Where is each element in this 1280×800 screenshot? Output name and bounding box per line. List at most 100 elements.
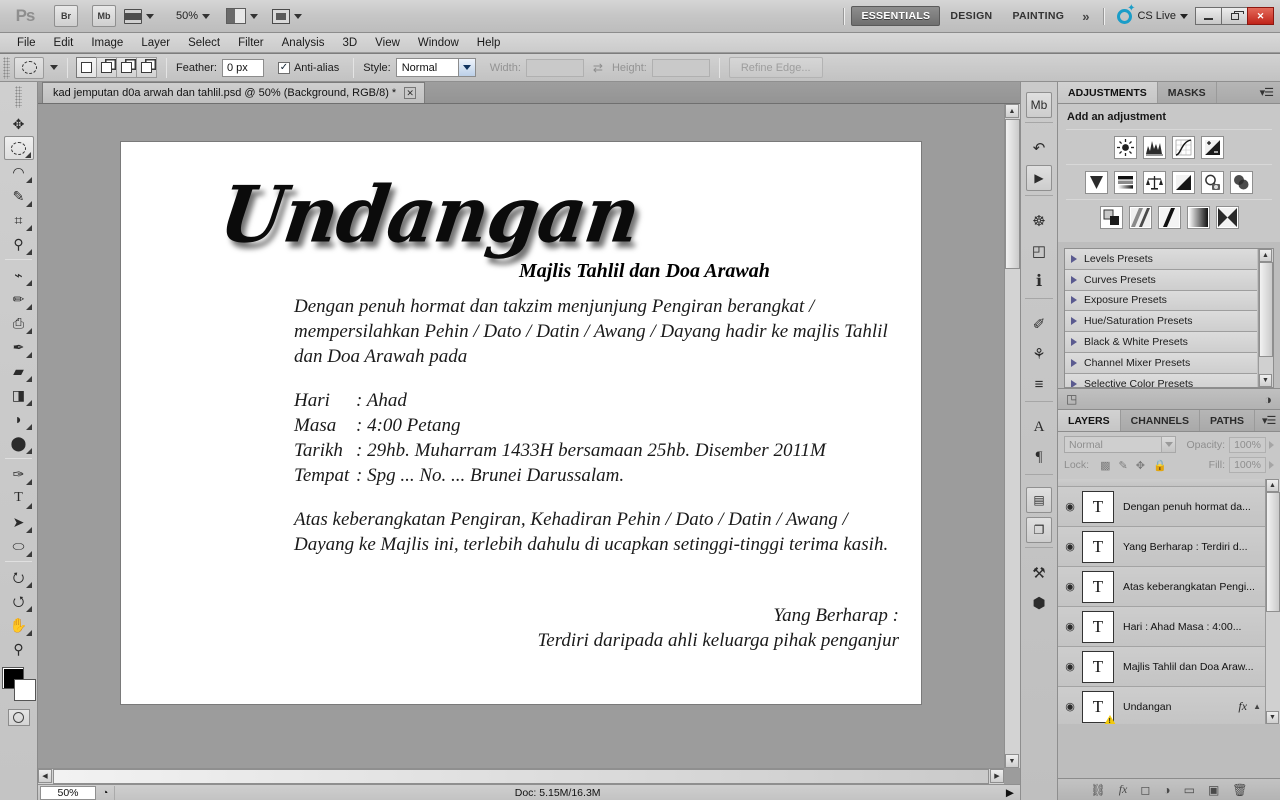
workspace-tab-essentials[interactable]: ESSENTIALS bbox=[851, 6, 941, 26]
clone-source-icon[interactable]: ❐ bbox=[1026, 517, 1052, 543]
color-balance-icon[interactable] bbox=[1143, 171, 1166, 194]
preset-row[interactable]: Channel Mixer Presets bbox=[1065, 352, 1257, 374]
lock-transparent-icon[interactable]: ▩ bbox=[1100, 459, 1110, 472]
intersect-selection-button[interactable] bbox=[136, 57, 157, 78]
photo-filter-icon[interactable] bbox=[1201, 171, 1224, 194]
channel-mixer-icon[interactable] bbox=[1230, 171, 1253, 194]
layers-panel-menu-button[interactable]: ▾☰ bbox=[1255, 410, 1280, 431]
tool-eraser[interactable]: ▰ bbox=[4, 359, 34, 383]
exposure-icon[interactable] bbox=[1201, 136, 1224, 159]
launch-mini-bridge-button[interactable]: Mb bbox=[86, 5, 116, 27]
scroll-up-button[interactable]: ▲ bbox=[1266, 479, 1279, 492]
tool-brush[interactable]: ✏ bbox=[4, 287, 34, 311]
layer-visibility-icon[interactable]: ◉ bbox=[1058, 660, 1082, 673]
canvas-vertical-scrollbar[interactable]: ▲ ▼ bbox=[1004, 104, 1020, 768]
lock-all-icon[interactable]: 🔒 bbox=[1153, 459, 1167, 472]
tool-eyedropper[interactable]: ⚲ bbox=[4, 232, 34, 256]
tool-lasso[interactable]: ◠ bbox=[4, 160, 34, 184]
menu-window[interactable]: Window bbox=[409, 35, 468, 51]
scroll-down-button[interactable]: ▼ bbox=[1266, 711, 1279, 724]
menu-help[interactable]: Help bbox=[468, 35, 510, 51]
preset-row[interactable]: Selective Color Presets bbox=[1065, 373, 1257, 387]
status-zoom-field[interactable]: 50% bbox=[40, 785, 96, 800]
status-menu-arrow[interactable]: ▶ bbox=[1000, 786, 1020, 800]
preset-row[interactable]: Exposure Presets bbox=[1065, 290, 1257, 312]
workspace-tab-design[interactable]: DESIGN bbox=[940, 6, 1002, 26]
launch-bridge-button[interactable]: Br bbox=[48, 5, 78, 27]
layer-thumbnail[interactable]: T bbox=[1082, 570, 1114, 603]
menu-image[interactable]: Image bbox=[82, 35, 132, 51]
scroll-thumb-vertical[interactable] bbox=[1005, 119, 1020, 269]
fill-value[interactable]: 100% bbox=[1229, 457, 1266, 473]
layer-visibility-icon[interactable]: ◉ bbox=[1058, 580, 1082, 593]
subtract-from-selection-button[interactable] bbox=[116, 57, 137, 78]
new-fill-adjustment-icon[interactable]: ◑ bbox=[1163, 783, 1170, 797]
minimize-button[interactable] bbox=[1195, 7, 1222, 25]
preset-row[interactable]: Hue/Saturation Presets bbox=[1065, 311, 1257, 333]
histogram-icon[interactable]: ◰ bbox=[1026, 238, 1052, 264]
close-icon[interactable]: ✕ bbox=[404, 87, 417, 99]
width-input[interactable] bbox=[525, 58, 584, 77]
posterize-icon[interactable] bbox=[1128, 206, 1152, 229]
swap-dimensions-icon[interactable]: ⇄ bbox=[593, 61, 603, 75]
status-proxy-icon[interactable]: ◔ bbox=[96, 785, 116, 800]
menu-select[interactable]: Select bbox=[179, 35, 229, 51]
adjustment-presets-list[interactable]: Levels Presets Curves Presets Exposure P… bbox=[1064, 248, 1274, 388]
quick-mask-toggle[interactable] bbox=[7, 709, 30, 726]
new-selection-button[interactable] bbox=[76, 57, 97, 78]
layer-thumbnail[interactable]: T bbox=[1082, 490, 1114, 523]
scroll-thumb-vertical[interactable] bbox=[1266, 492, 1280, 612]
menu-layer[interactable]: Layer bbox=[132, 35, 179, 51]
new-layer-icon[interactable]: ▣ bbox=[1208, 783, 1219, 797]
curves-icon[interactable] bbox=[1172, 136, 1195, 159]
canvas-page[interactable]: Undangan Majlis Tahlil dan Doa Arawah De… bbox=[121, 142, 921, 704]
layers-list[interactable]: ◉ T Dengan penuh hormat da... ◉ T Yang B… bbox=[1058, 479, 1280, 724]
opacity-stepper-icon[interactable] bbox=[1269, 440, 1274, 449]
black-white-icon[interactable] bbox=[1172, 171, 1195, 194]
arrange-documents-button[interactable] bbox=[226, 8, 259, 24]
tool-crop[interactable]: ⌗ bbox=[4, 208, 34, 232]
add-layer-style-icon[interactable]: fx bbox=[1119, 782, 1128, 797]
actions-icon[interactable]: ▶ bbox=[1026, 165, 1052, 191]
scroll-down-button[interactable]: ▼ bbox=[1005, 754, 1019, 768]
height-input[interactable] bbox=[651, 58, 710, 77]
swatches-icon[interactable]: ⚘ bbox=[1026, 341, 1052, 367]
invert-icon[interactable] bbox=[1099, 206, 1123, 229]
menu-3d[interactable]: 3D bbox=[333, 35, 366, 51]
tool-3d-object-rotate[interactable]: ⭮ bbox=[4, 565, 34, 589]
background-color-swatch[interactable] bbox=[13, 679, 36, 701]
selective-color-icon[interactable] bbox=[1215, 206, 1239, 229]
link-layers-icon[interactable]: ⛓ bbox=[1090, 783, 1105, 797]
tab-masks[interactable]: MASKS bbox=[1158, 82, 1217, 103]
cs-live-button[interactable]: CS Live bbox=[1117, 3, 1188, 24]
tool-spot-healing-brush[interactable]: ⌁ bbox=[4, 263, 34, 287]
layer-row[interactable]: ◉ T Hari : Ahad Masa : 4:00... bbox=[1058, 607, 1265, 647]
view-extras-button[interactable] bbox=[124, 8, 154, 24]
document-tab[interactable]: kad jemputan d0a arwah dan tahlil.psd @ … bbox=[42, 82, 426, 103]
tool-gradient[interactable]: ◨ bbox=[4, 383, 34, 407]
scroll-left-button[interactable]: ◀ bbox=[38, 769, 52, 783]
workspace-more-button[interactable]: » bbox=[1074, 9, 1097, 24]
layer-visibility-icon[interactable]: ◉ bbox=[1058, 620, 1082, 633]
tool-elliptical-marquee[interactable] bbox=[3, 136, 34, 160]
layer-visibility-icon[interactable]: ◉ bbox=[1058, 500, 1082, 513]
feather-input[interactable] bbox=[221, 58, 264, 77]
tool-3d-camera-orbit[interactable]: ⭯ bbox=[4, 589, 34, 613]
layer-visibility-icon[interactable]: ◉ bbox=[1058, 540, 1082, 553]
current-tool-preset-button[interactable] bbox=[14, 56, 44, 79]
layer-row[interactable]: ◉ T Yang Berharap : Terdiri d... bbox=[1058, 527, 1265, 567]
panel-view-toggle-icon[interactable]: ◑ bbox=[1264, 392, 1272, 407]
menu-view[interactable]: View bbox=[366, 35, 409, 51]
layer-thumbnail[interactable]: T bbox=[1082, 610, 1114, 643]
tab-paths[interactable]: PATHS bbox=[1200, 410, 1256, 431]
tool-horizontal-type[interactable]: T bbox=[4, 486, 34, 510]
lock-image-icon[interactable]: ✎ bbox=[1119, 459, 1128, 472]
threshold-icon[interactable] bbox=[1157, 206, 1181, 229]
tools-panel-grip[interactable] bbox=[15, 86, 22, 108]
screen-mode-button[interactable] bbox=[272, 8, 303, 24]
options-bar-grip[interactable] bbox=[3, 56, 10, 79]
levels-icon[interactable] bbox=[1143, 136, 1166, 159]
scroll-up-button[interactable]: ▲ bbox=[1005, 104, 1019, 118]
tool-presets-icon[interactable]: ⚒ bbox=[1026, 560, 1052, 586]
menu-edit[interactable]: Edit bbox=[45, 35, 83, 51]
